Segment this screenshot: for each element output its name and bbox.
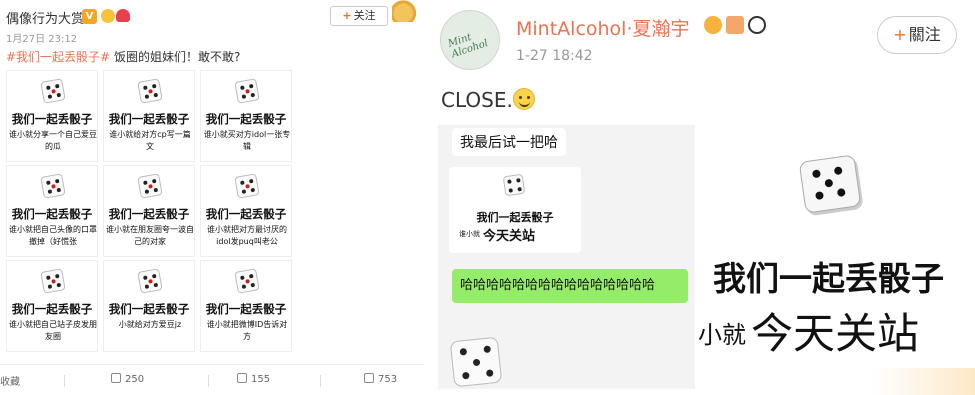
sticker-title: 我们一起丢骰子 xyxy=(713,259,944,298)
follow-label: 关注 xyxy=(353,9,376,22)
grid-image-caption: 小就给对方爱豆jz xyxy=(118,320,182,329)
grid-image-title: 我们一起丢骰子 xyxy=(205,302,287,316)
post-timestamp[interactable]: 1-27 18:42 xyxy=(516,48,593,64)
grid-image[interactable]: 我们一起丢骰子谁小就把微博ID告诉对方 xyxy=(200,260,292,352)
crown-badge-icon xyxy=(101,9,115,23)
dice-icon xyxy=(137,78,163,104)
right-weibo-post: Mint Alcohol MintAlcohol·夏瀚宇 1-27 18:42 … xyxy=(424,0,975,395)
grid-image-caption: 谁小就给对方cp写一篇文 xyxy=(109,130,191,151)
dice-icon xyxy=(798,154,862,214)
user-badges xyxy=(704,16,770,38)
grid-image-title: 我们一起丢骰子 xyxy=(11,302,93,316)
grid-image-title: 我们一起丢骰子 xyxy=(11,112,93,126)
like-button[interactable]: 753 xyxy=(364,373,397,385)
plus-icon: + xyxy=(893,25,907,44)
dice-icon xyxy=(137,268,163,294)
follow-button[interactable]: + 关注 xyxy=(330,6,388,26)
grid-image[interactable]: 我们一起丢骰子谁小就把自己站子皮发朋友圈 xyxy=(6,260,98,352)
avatar[interactable]: Mint Alcohol xyxy=(440,10,500,70)
post-text: #我们一起丢骰子# 饭圈的姐妹们！敢不敢? xyxy=(6,48,240,65)
grid-image-title: 我们一起丢骰子 xyxy=(108,112,190,126)
dice-icon xyxy=(40,78,66,104)
grid-image-caption: 谁小就把微博ID告诉对方 xyxy=(206,320,288,341)
dice-icon xyxy=(137,173,163,199)
divider xyxy=(320,375,321,387)
grid-image-caption: 谁小就把自己站子皮发朋友圈 xyxy=(9,320,97,341)
verified-badge-icon: V xyxy=(82,9,97,24)
decoration-icon xyxy=(392,0,420,22)
grid-image-title: 我们一起丢骰子 xyxy=(108,207,190,221)
dice-icon xyxy=(40,268,66,294)
panda-badge-icon xyxy=(748,16,766,34)
grid-image[interactable]: 我们一起丢骰子小就给对方爱豆jz xyxy=(103,260,195,352)
repost-icon xyxy=(111,373,121,383)
post-username[interactable]: MintAlcohol·夏瀚宇 xyxy=(516,14,690,41)
grid-image-title: 我们一起丢骰子 xyxy=(205,207,287,221)
favorite-label: 收藏 xyxy=(0,377,20,388)
grid-image-title: 我们一起丢骰子 xyxy=(108,302,190,316)
repost-button[interactable]: 250 xyxy=(111,373,144,385)
grid-image-title: 我们一起丢骰子 xyxy=(11,207,93,221)
card-title: 我们一起丢骰子 xyxy=(476,211,554,224)
divider xyxy=(208,375,209,387)
decoration-gradient xyxy=(872,368,975,395)
dice-icon xyxy=(234,268,260,294)
dice-icon xyxy=(234,173,260,199)
grid-image-caption: 谁小就买对方idol一张专辑 xyxy=(203,130,291,151)
post-text: CLOSE. xyxy=(441,88,535,112)
grid-image[interactable]: 我们一起丢骰子谁小就分享一个自己爱豆的瓜 xyxy=(6,70,98,162)
sticker-main: 今天关站 xyxy=(751,309,920,358)
chat-message: 我最后试一把哈 xyxy=(452,128,566,156)
card-main: 今天关站 xyxy=(483,229,536,244)
comment-button[interactable]: 155 xyxy=(237,373,270,385)
post-body: 饭圈的姐妹们！敢不敢? xyxy=(110,50,241,64)
dice-icon xyxy=(40,173,66,199)
follow-button[interactable]: + 關注 xyxy=(877,16,957,54)
heart-badge-icon xyxy=(116,9,130,22)
grid-image-caption: 谁小就把对方最讨厌的idol发puq叫老公 xyxy=(207,225,287,246)
grid-image[interactable]: 我们一起丢骰子谁小就给对方cp写一篇文 xyxy=(103,70,195,162)
plus-icon: + xyxy=(342,9,352,22)
level-badge-icon xyxy=(726,16,744,34)
hashtag-link[interactable]: #我们一起丢骰子# xyxy=(6,50,110,64)
post-username[interactable]: 偶像行为大赏 xyxy=(6,8,84,27)
comment-icon xyxy=(237,373,247,383)
post-body: CLOSE. xyxy=(441,88,513,112)
image-grid: 我们一起丢骰子 谁小就分享一个自己爱豆的瓜 我们一起丢骰子 谁小就给对方cp写一篇文… xyxy=(6,70,292,354)
like-count: 753 xyxy=(378,374,398,385)
grid-image-caption: 谁小就分享一个自己爱豆的瓜 xyxy=(9,130,97,151)
avatar-text: Mint Alcohol xyxy=(446,31,490,61)
left-weibo-post: 偶像行为大赏 V 1月27日 23:12 + 关注 #我们一起丢骰子# 饭圈的姐妹… xyxy=(0,0,424,395)
grid-image-title: 我们一起丢骰子 xyxy=(205,112,287,126)
divider xyxy=(64,375,65,387)
dice-icon xyxy=(502,173,526,197)
dice-icon xyxy=(234,78,260,104)
smile-emoji-icon xyxy=(512,88,535,110)
crown-badge-icon xyxy=(704,16,722,34)
grid-image[interactable]: 我们一起丢骰子谁小就买对方idol一张专辑 xyxy=(200,70,292,162)
chat-screenshot[interactable]: 我最后试一把哈 我们一起丢骰子 谁小就 今天关站 哈哈哈哈哈哈哈哈哈哈哈哈哈哈哈 xyxy=(438,125,695,389)
dice-icon xyxy=(449,336,503,388)
action-bar: 收藏 250 155 753 xyxy=(0,364,424,394)
grid-image-caption: 谁小就把自己头像的口罩撤掉（好慌张 xyxy=(9,225,97,246)
grid-image[interactable]: 我们一起丢骰子谁小就在朋友圈夸一波自己的对家 xyxy=(103,165,195,257)
card-prefix: 谁小就 xyxy=(459,230,480,238)
grid-image-caption: 谁小就在朋友圈夸一波自己的对家 xyxy=(106,225,194,246)
post-timestamp[interactable]: 1月27日 23:12 xyxy=(6,30,77,45)
grid-image[interactable]: 我们一起丢骰子谁小就把对方最讨厌的idol发puq叫老公 xyxy=(200,165,292,257)
chat-reply: 哈哈哈哈哈哈哈哈哈哈哈哈哈哈哈 xyxy=(452,269,688,303)
chat-image-card: 我们一起丢骰子 谁小就 今天关站 xyxy=(449,167,581,253)
sticker-prefix: 小就 xyxy=(698,321,746,349)
favorite-button[interactable]: 收藏 xyxy=(0,373,20,388)
like-icon xyxy=(364,373,374,383)
repost-count: 250 xyxy=(125,374,145,385)
comment-count: 155 xyxy=(251,374,271,385)
follow-label: 關注 xyxy=(908,25,941,44)
grid-image[interactable]: 我们一起丢骰子谁小就把自己头像的口罩撤掉（好慌张 xyxy=(6,165,98,257)
